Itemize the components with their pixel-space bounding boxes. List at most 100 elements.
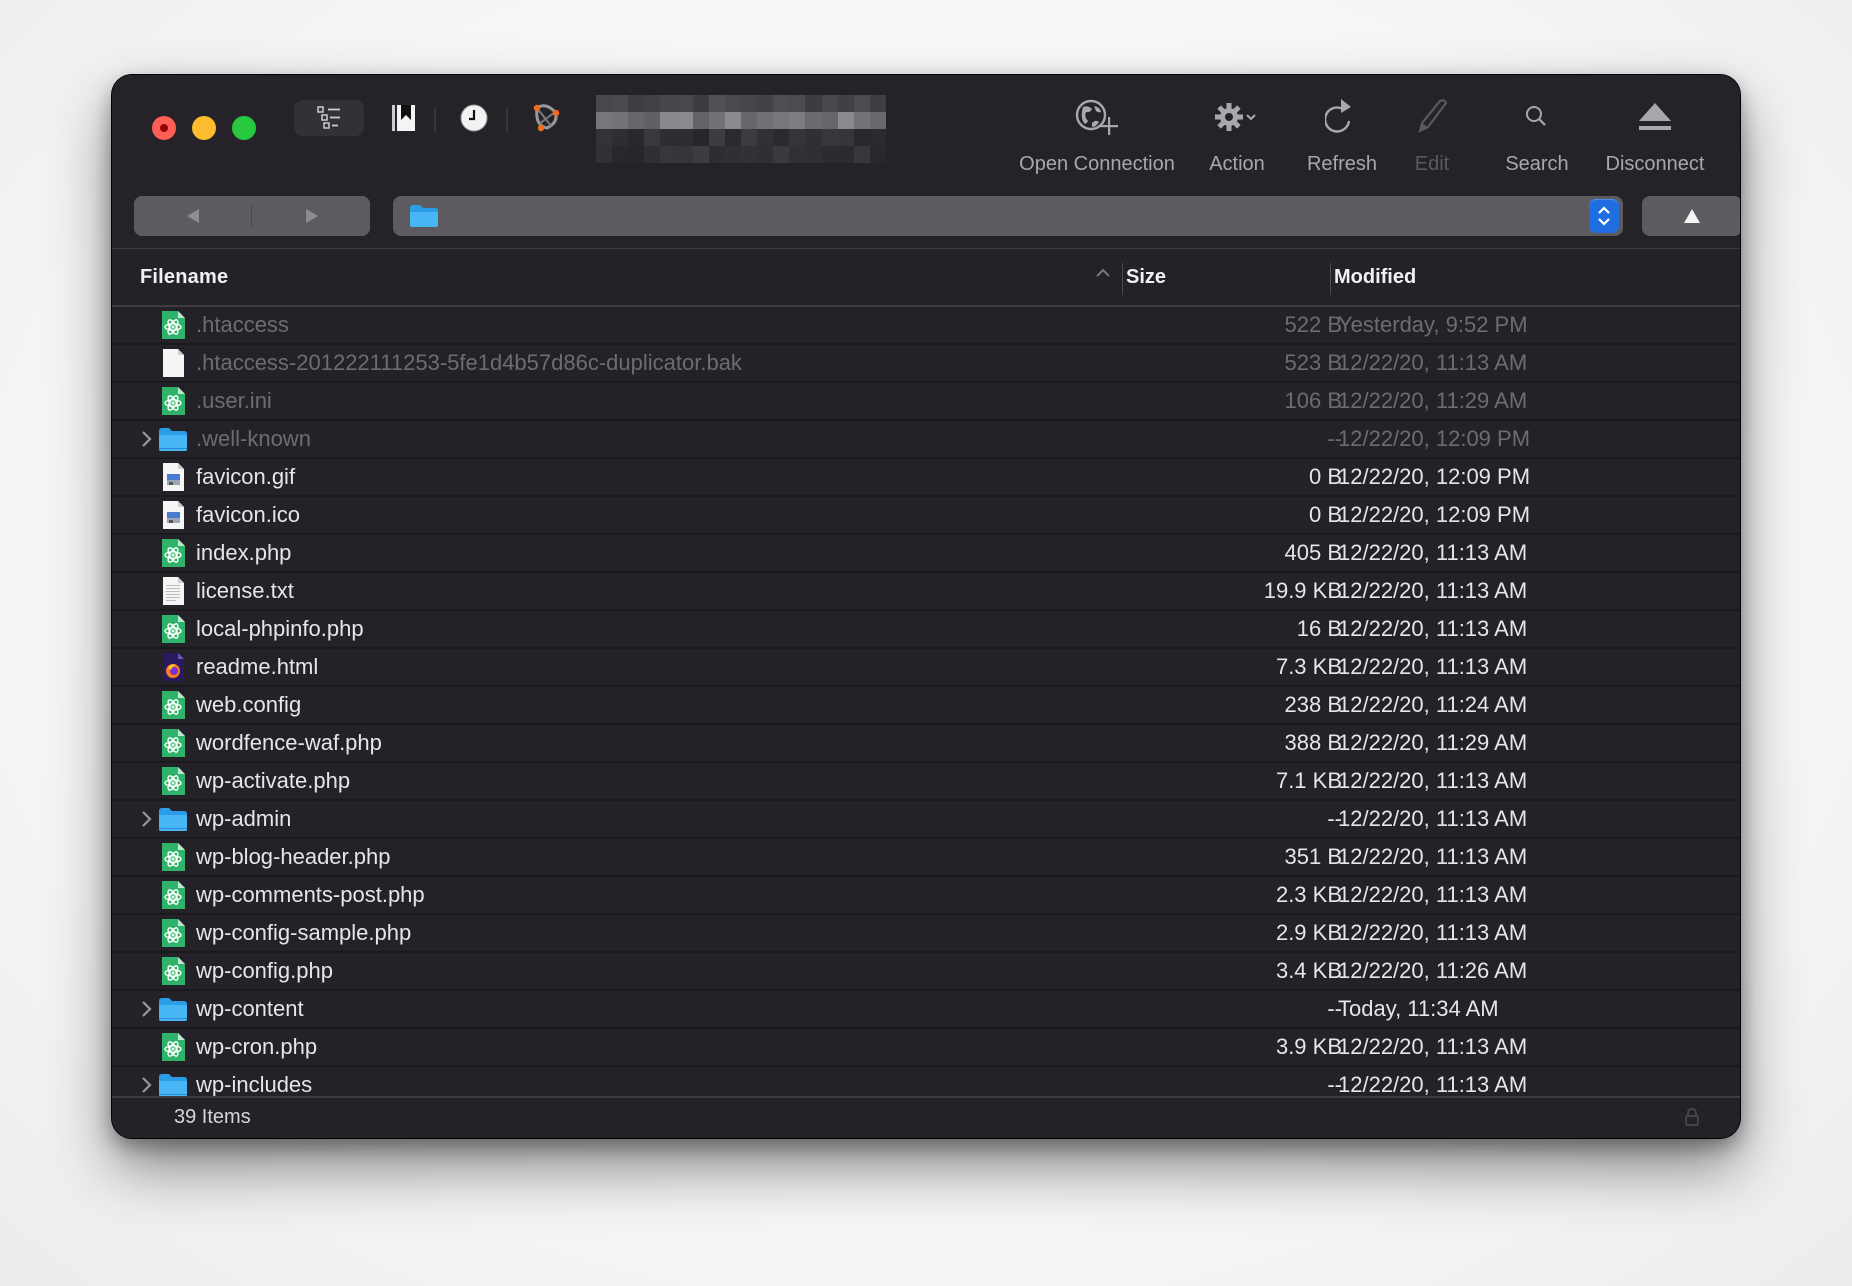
file-row[interactable]: wp-config-sample.php 2.9 KB 12/22/20, 11:1… <box>112 915 1740 953</box>
history-button[interactable] <box>454 100 494 136</box>
chevron-down-icon <box>1246 114 1256 121</box>
file-list[interactable]: .htaccess 522 B Yesterday, 9:52 PM .htacces… <box>112 307 1740 1097</box>
redaction-pixel <box>773 146 790 163</box>
redaction-pixel <box>708 129 725 146</box>
folder-row[interactable]: wp-includes -- 12/22/20, 11:13 AM <box>112 1067 1740 1097</box>
redaction-pixel <box>692 129 709 146</box>
file-row[interactable]: favicon.ico 0 B 12/22/20, 12:09 PM <box>112 497 1740 535</box>
php-file-icon <box>159 1032 187 1062</box>
folder-icon <box>158 1072 187 1097</box>
file-size: 7.3 KB <box>1275 654 1342 679</box>
redaction-pixel <box>740 146 758 163</box>
file-row[interactable]: wordfence-waf.php 388 B 12/22/20, 11:29 AM <box>112 725 1740 763</box>
folder-icon <box>409 204 439 233</box>
file-row[interactable]: .htaccess-201222111253-5fe1d4b57d86c-dup… <box>112 345 1740 383</box>
redaction-pixel <box>757 129 774 146</box>
file-size: 19.9 KB <box>1263 578 1342 603</box>
file-row[interactable]: wp-config.php 3.4 KB 12/22/20, 11:26 AM <box>112 953 1740 991</box>
back-button[interactable] <box>134 196 251 236</box>
path-dropdown-stepper[interactable] <box>1589 199 1619 233</box>
php-file-icon <box>159 842 187 872</box>
file-size: 405 B <box>1284 540 1343 565</box>
column-divider[interactable] <box>1122 263 1123 295</box>
forward-button[interactable] <box>253 196 370 236</box>
file-name: .well-known <box>196 426 311 451</box>
redaction-pixel <box>869 112 886 129</box>
file-modified: 12/22/20, 11:24 AM <box>1338 692 1528 717</box>
redaction-pixel <box>724 146 741 163</box>
column-divider[interactable] <box>1330 263 1331 295</box>
file-row[interactable]: local-phpinfo.php 16 B 12/22/20, 11:13 AM <box>112 611 1740 649</box>
edit-button[interactable]: Edit <box>1402 95 1462 176</box>
redaction-pixel <box>724 129 741 146</box>
redaction-pixel <box>644 146 661 163</box>
php-file-icon <box>159 310 187 340</box>
file-row[interactable]: .user.ini 106 B 12/22/20, 11:29 AM <box>112 383 1740 421</box>
up-triangle-icon <box>1684 209 1700 223</box>
folder-row[interactable]: .well-known -- 12/22/20, 12:09 PM <box>112 421 1740 459</box>
file-size: 3.9 KB <box>1275 1034 1342 1059</box>
parent-directory-button[interactable] <box>1642 196 1740 236</box>
eject-icon <box>1639 103 1671 130</box>
redaction-pixel <box>596 95 613 112</box>
bonjour-button[interactable] <box>526 97 566 137</box>
sort-ascending-icon[interactable] <box>1095 266 1111 285</box>
redaction-pixel <box>660 129 677 146</box>
disclosure-chevron-icon[interactable] <box>136 1074 156 1096</box>
file-row[interactable]: favicon.gif 0 B 12/22/20, 12:09 PM <box>112 459 1740 497</box>
html-file-icon <box>159 652 187 682</box>
outline-view-button[interactable] <box>294 100 364 136</box>
redaction-pixel <box>740 129 758 146</box>
refresh-button[interactable]: Refresh <box>1297 95 1387 176</box>
refresh-label: Refresh <box>1306 153 1378 175</box>
file-row[interactable]: wp-comments-post.php 2.3 KB 12/22/20, 11:1… <box>112 877 1740 915</box>
file-row[interactable]: .htaccess 522 B Yesterday, 9:52 PM <box>112 307 1740 345</box>
file-modified: 12/22/20, 11:13 AM <box>1338 806 1528 831</box>
file-modified: 12/22/20, 11:13 AM <box>1338 1072 1528 1097</box>
column-modified[interactable]: Modified <box>1334 266 1416 289</box>
image-file-icon <box>159 500 187 530</box>
file-row[interactable]: web.config 238 B 12/22/20, 11:24 AM <box>112 687 1740 725</box>
file-row[interactable]: index.php 405 B 12/22/20, 11:13 AM <box>112 535 1740 573</box>
path-selector[interactable] <box>393 196 1623 236</box>
file-size: 2.9 KB <box>1275 920 1342 945</box>
file-row[interactable]: license.txt 19.9 KB 12/22/20, 11:13 AM <box>112 573 1740 611</box>
search-button[interactable]: Search <box>1492 95 1582 176</box>
file-name: wp-content <box>196 996 304 1021</box>
file-name: wordfence-waf.php <box>196 730 382 755</box>
file-row[interactable]: wp-cron.php 3.9 KB 12/22/20, 11:13 AM <box>112 1029 1740 1067</box>
open-connection-button[interactable]: Open Connection <box>1017 95 1177 176</box>
lock-icon <box>1684 1107 1700 1132</box>
bookmarks-button[interactable] <box>384 100 424 136</box>
column-filename[interactable]: Filename <box>140 266 228 289</box>
file-name: wp-comments-post.php <box>196 882 425 907</box>
file-row[interactable]: wp-blog-header.php 351 B 12/22/20, 11:13 A… <box>112 839 1740 877</box>
file-modified: 12/22/20, 11:13 AM <box>1338 1034 1528 1059</box>
file-row[interactable]: wp-activate.php 7.1 KB 12/22/20, 11:13 AM <box>112 763 1740 801</box>
disconnect-button[interactable]: Disconnect <box>1590 95 1720 176</box>
redaction-pixel <box>708 112 725 129</box>
file-size: 238 B <box>1284 692 1343 717</box>
action-menu-button[interactable]: Action <box>1197 95 1277 176</box>
file-name: .htaccess <box>196 312 289 337</box>
redaction-pixel <box>869 129 886 146</box>
file-modified: 12/22/20, 11:13 AM <box>1338 654 1528 679</box>
column-size[interactable]: Size <box>1126 266 1166 289</box>
redaction-pixel <box>805 95 822 112</box>
folder-row[interactable]: wp-admin -- 12/22/20, 11:13 AM <box>112 801 1740 839</box>
disclosure-chevron-icon[interactable] <box>136 998 156 1020</box>
file-modified: Yesterday, 9:52 PM <box>1338 312 1528 337</box>
file-name: wp-cron.php <box>196 1034 318 1059</box>
disclosure-chevron-icon[interactable] <box>136 808 156 830</box>
zoom-button[interactable] <box>232 116 256 140</box>
redaction-pixel <box>612 112 629 129</box>
minimize-button[interactable] <box>192 116 216 140</box>
file-row[interactable]: readme.html 7.3 KB 12/22/20, 11:13 AM <box>112 649 1740 687</box>
redaction-pixel <box>869 95 886 112</box>
close-button[interactable] <box>152 116 176 140</box>
gear-icon <box>1215 103 1256 131</box>
folder-row[interactable]: wp-content -- Today, 11:34 AM <box>112 991 1740 1029</box>
redaction-pixel <box>805 112 822 129</box>
redaction-pixel <box>692 146 709 163</box>
disclosure-chevron-icon[interactable] <box>136 428 156 450</box>
